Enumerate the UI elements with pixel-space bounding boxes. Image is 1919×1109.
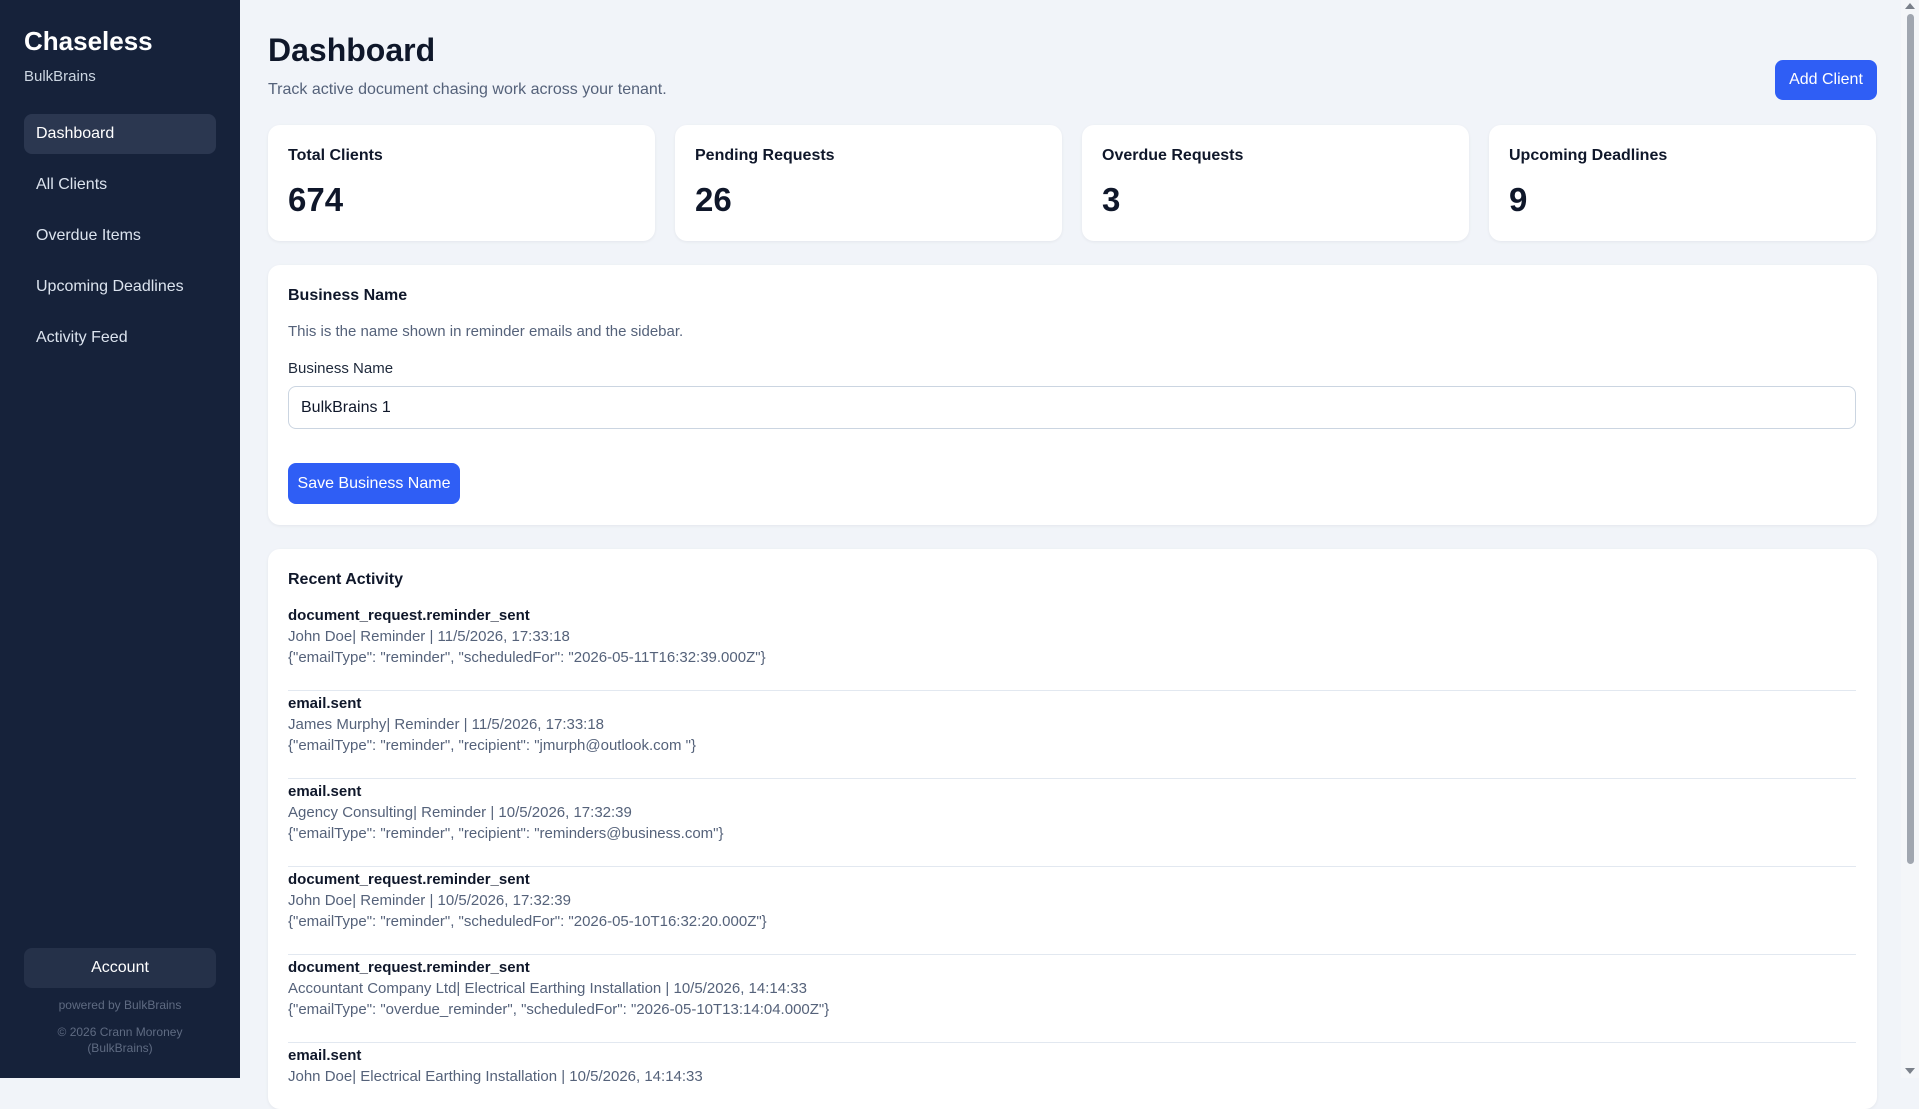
- list-item: document_request.reminder_sent John Doe|…: [288, 867, 1856, 955]
- activity-payload: {"emailType": "reminder", "scheduledFor"…: [288, 913, 767, 930]
- sidebar-item-all-clients[interactable]: All Clients: [24, 165, 216, 205]
- activity-event-type: document_request.reminder_sent: [288, 871, 530, 888]
- stat-value: 9: [1509, 181, 1528, 218]
- activity-payload: {"emailType": "reminder", "recipient": "…: [288, 737, 696, 754]
- stat-label: Upcoming Deadlines: [1509, 147, 1668, 164]
- sidebar-item-dashboard[interactable]: Dashboard: [24, 114, 216, 154]
- copyright-line-2: (BulkBrains): [87, 1041, 153, 1055]
- recent-activity-heading: Recent Activity: [288, 571, 403, 588]
- copyright-text: © 2026 Crann Moroney (BulkBrains): [44, 1024, 196, 1056]
- sidebar: Chaseless BulkBrains Dashboard All Clien…: [0, 0, 240, 1078]
- stat-label: Overdue Requests: [1102, 147, 1244, 164]
- activity-meta: John Doe| Reminder | 11/5/2026, 17:33:18: [288, 628, 570, 645]
- scrollbar-thumb[interactable]: [1907, 14, 1914, 864]
- stat-card-upcoming-deadlines: Upcoming Deadlines 9: [1489, 125, 1876, 241]
- list-item: document_request.reminder_sent John Doe|…: [288, 603, 1856, 691]
- activity-meta: John Doe| Reminder | 10/5/2026, 17:32:39: [288, 892, 571, 909]
- activity-event-type: document_request.reminder_sent: [288, 607, 530, 624]
- activity-event-type: email.sent: [288, 695, 362, 712]
- business-name-card: Business Name This is the name shown in …: [268, 265, 1877, 525]
- activity-event-type: email.sent: [288, 783, 362, 800]
- stat-card-overdue-requests: Overdue Requests 3: [1082, 125, 1469, 241]
- business-name-input[interactable]: [288, 386, 1856, 429]
- business-name-field-label: Business Name: [288, 360, 394, 377]
- stat-card-pending-requests: Pending Requests 26: [675, 125, 1062, 241]
- stat-value: 3: [1102, 181, 1121, 218]
- sidebar-nav: Dashboard All Clients Overdue Items Upco…: [24, 114, 216, 369]
- activity-list: document_request.reminder_sent John Doe|…: [288, 603, 1856, 1109]
- activity-meta: Agency Consulting| Reminder | 10/5/2026,…: [288, 804, 632, 821]
- sidebar-item-activity-feed[interactable]: Activity Feed: [24, 318, 216, 358]
- tenant-name: BulkBrains: [24, 68, 96, 85]
- activity-payload: {"emailType": "overdue_reminder", "sched…: [288, 1001, 830, 1018]
- main-content: Dashboard Track active document chasing …: [240, 0, 1901, 1109]
- save-business-name-button[interactable]: Save Business Name: [288, 463, 460, 504]
- scroll-up-arrow-icon[interactable]: [1905, 3, 1915, 9]
- activity-payload: {"emailType": "reminder", "recipient": "…: [288, 825, 724, 842]
- activity-payload: {"emailType": "reminder", "scheduledFor"…: [288, 649, 766, 666]
- page-scrollbar[interactable]: [1901, 0, 1919, 1078]
- business-name-heading: Business Name: [288, 287, 408, 304]
- stats-row: Total Clients 674 Pending Requests 26 Ov…: [268, 125, 1877, 241]
- sidebar-item-overdue-items[interactable]: Overdue Items: [24, 216, 216, 256]
- copyright-line-1: © 2026 Crann Moroney: [57, 1025, 183, 1039]
- sidebar-item-upcoming-deadlines[interactable]: Upcoming Deadlines: [24, 267, 216, 307]
- recent-activity-card: Recent Activity document_request.reminde…: [268, 549, 1877, 1109]
- list-item: email.sent Agency Consulting| Reminder |…: [288, 779, 1856, 867]
- activity-meta: Accountant Company Ltd| Electrical Earth…: [288, 980, 807, 997]
- account-button[interactable]: Account: [24, 948, 216, 988]
- list-item: email.sent James Murphy| Reminder | 11/5…: [288, 691, 1856, 779]
- scroll-down-arrow-icon[interactable]: [1905, 1068, 1915, 1074]
- stat-value: 674: [288, 181, 344, 218]
- stat-label: Total Clients: [288, 147, 383, 164]
- list-item: email.sent John Doe| Electrical Earthing…: [288, 1043, 1856, 1109]
- list-item: document_request.reminder_sent Accountan…: [288, 955, 1856, 1043]
- activity-meta: James Murphy| Reminder | 11/5/2026, 17:3…: [288, 716, 605, 733]
- stat-label: Pending Requests: [695, 147, 835, 164]
- activity-event-type: document_request.reminder_sent: [288, 959, 530, 976]
- activity-meta: John Doe| Electrical Earthing Installati…: [288, 1068, 703, 1085]
- stat-card-total-clients: Total Clients 674: [268, 125, 655, 241]
- activity-event-type: email.sent: [288, 1047, 362, 1064]
- add-client-button[interactable]: Add Client: [1775, 60, 1877, 100]
- powered-by-text: powered by BulkBrains: [58, 998, 182, 1012]
- page-subtitle: Track active document chasing work acros…: [268, 81, 667, 98]
- brand-title: Chaseless: [24, 26, 153, 56]
- stat-value: 26: [695, 181, 732, 218]
- page-title: Dashboard: [268, 32, 436, 68]
- business-name-description: This is the name shown in reminder email…: [288, 323, 684, 340]
